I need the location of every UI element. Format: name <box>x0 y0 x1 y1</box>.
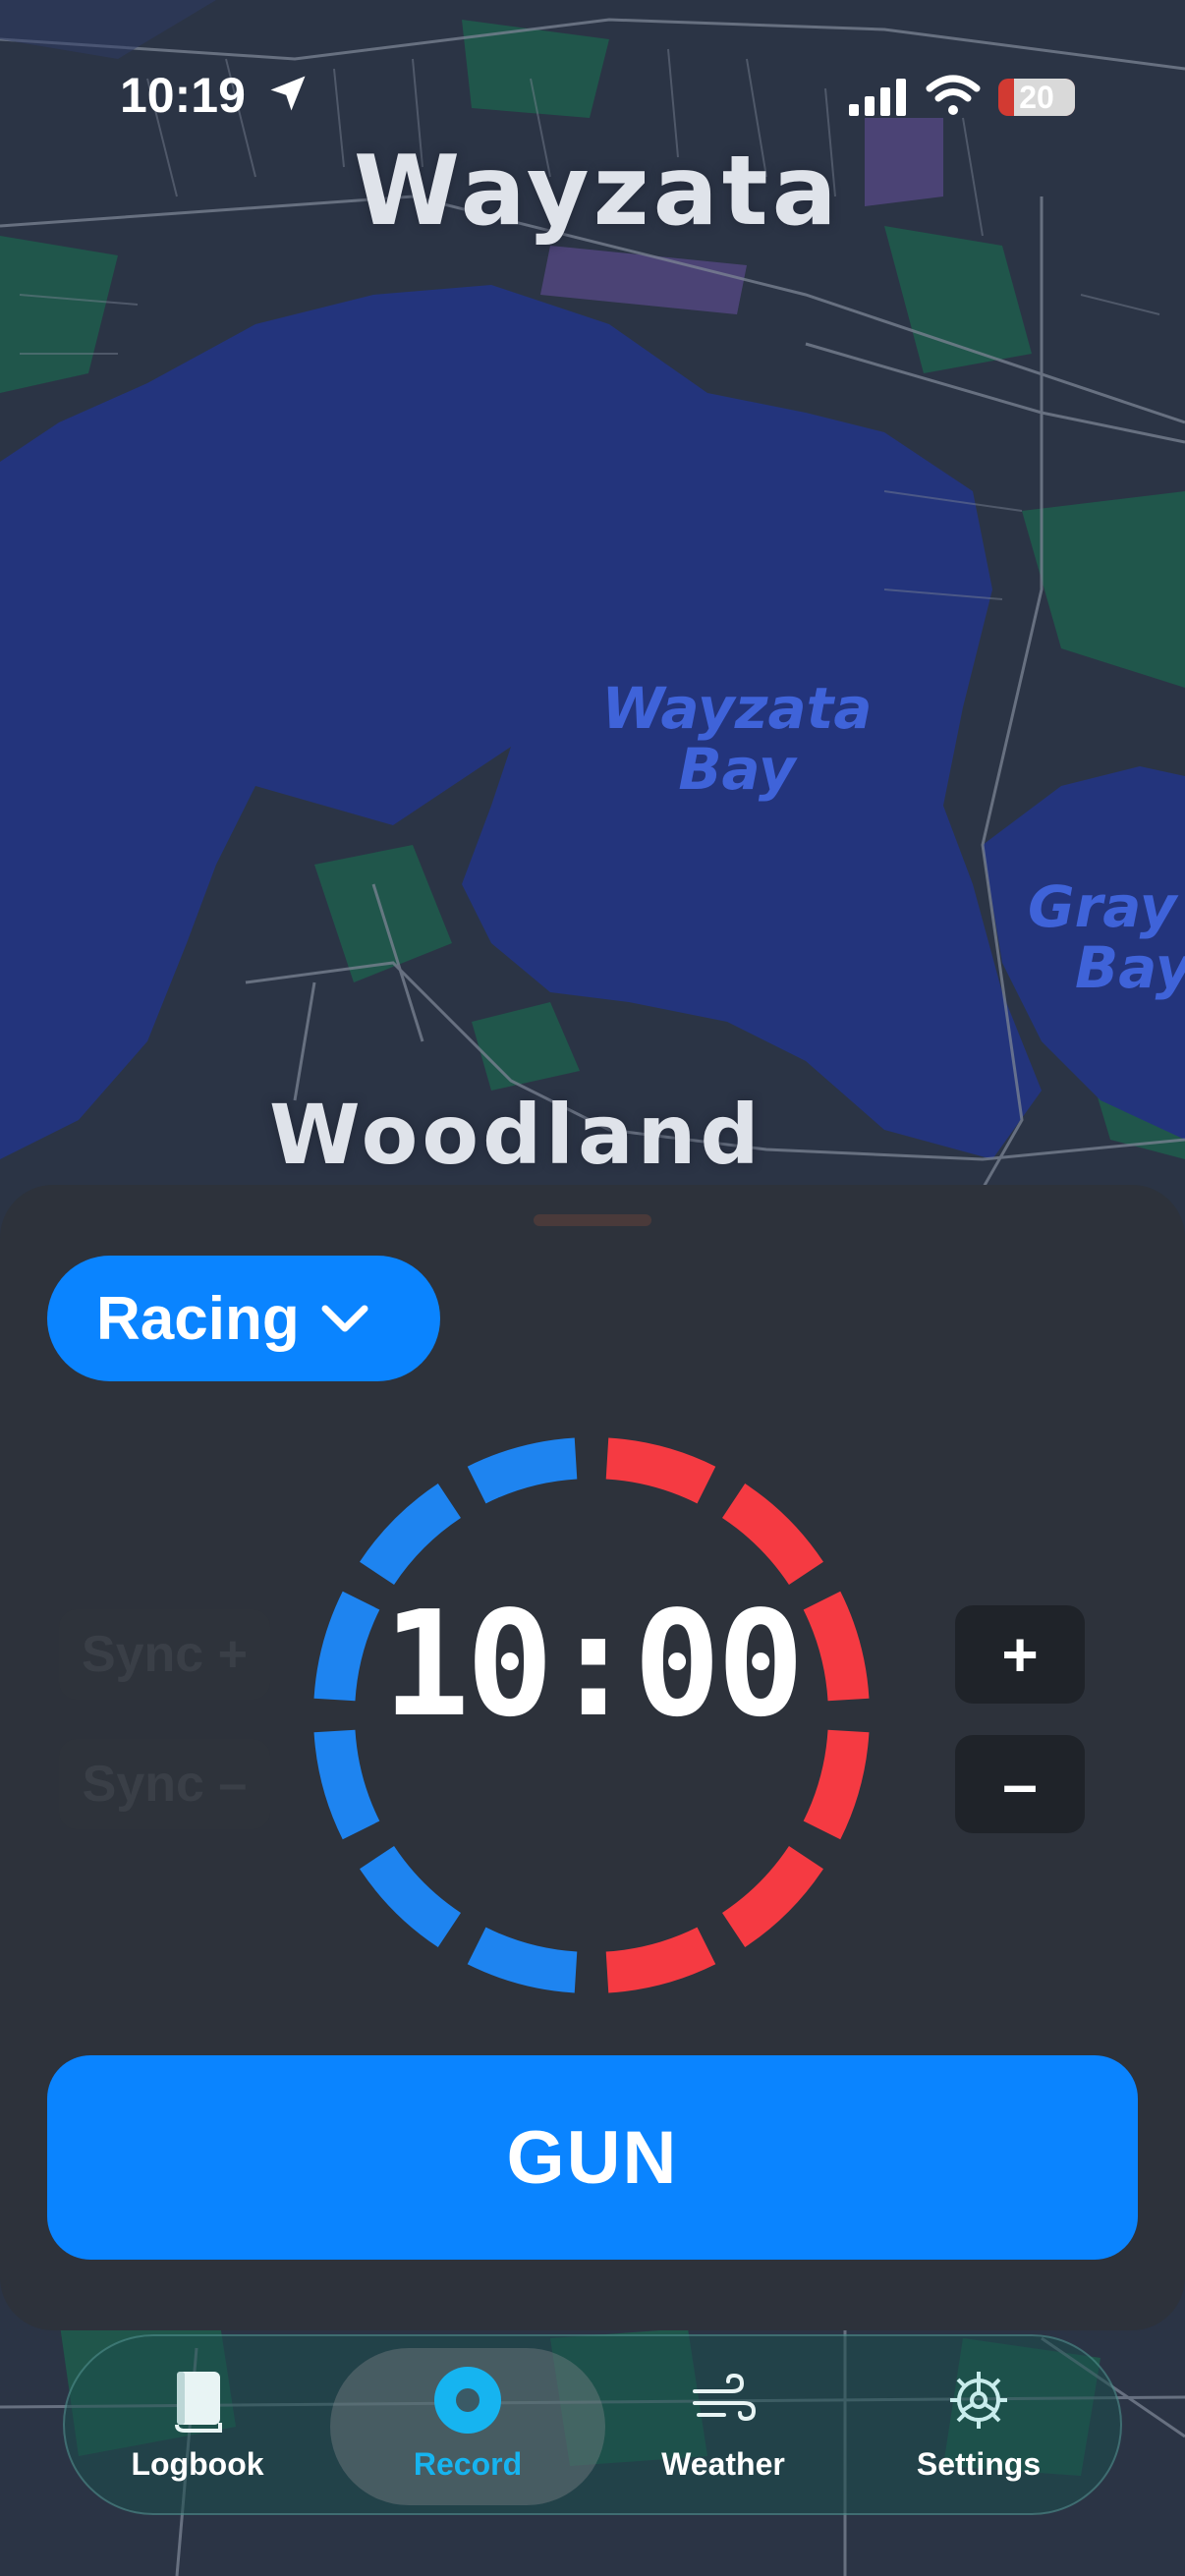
map-label-line: Wayzata <box>601 675 873 742</box>
countdown-segment-blue <box>360 1484 462 1586</box>
countdown-segment-blue <box>360 1845 462 1947</box>
gun-button[interactable]: GUN <box>47 2055 1138 2260</box>
gear-icon <box>950 2372 1007 2429</box>
map-label-line: Bay <box>1075 934 1185 1001</box>
battery-indicator: 20 <box>998 79 1075 116</box>
countdown-segment-red <box>721 1484 823 1586</box>
countdown-segment-blue <box>467 1927 578 1993</box>
status-time: 10:19 <box>120 68 246 123</box>
tab-label: Logbook <box>131 2446 264 2482</box>
map-label-wayzata-bay: Wayzata Bay <box>590 678 884 800</box>
cellular-signal-icon <box>849 79 906 116</box>
chevron-down-icon <box>321 1305 368 1332</box>
timer-sheet: Racing Sync + Sync – 10:00 + – GUN <box>0 1185 1185 2330</box>
sync-plus-button[interactable]: Sync + <box>59 1609 270 1700</box>
tab-bar: Logbook Record Weather Settings <box>63 2334 1122 2515</box>
countdown-segment-red <box>605 1437 716 1504</box>
map-label-line: Gray <box>1028 873 1177 940</box>
tab-record[interactable]: Record <box>330 2348 605 2505</box>
tab-label: Weather <box>661 2446 785 2482</box>
battery-level: 20 <box>1019 80 1054 115</box>
tab-settings[interactable]: Settings <box>871 2336 1087 2517</box>
record-icon <box>434 2367 501 2434</box>
sheet-grabber[interactable] <box>534 1214 651 1226</box>
tab-logbook[interactable]: Logbook <box>94 2336 301 2517</box>
tab-label: Settings <box>916 2446 1042 2482</box>
mode-selector-button[interactable]: Racing <box>47 1256 440 1381</box>
location-arrow-icon <box>270 76 306 111</box>
increment-button[interactable]: + <box>955 1605 1085 1704</box>
countdown-display: 10:00 <box>382 1580 805 1749</box>
countdown-segment-red <box>721 1845 823 1947</box>
decrement-button[interactable]: – <box>955 1735 1085 1833</box>
wifi-icon <box>926 75 981 115</box>
countdown-segment-blue <box>467 1437 578 1504</box>
book-icon <box>175 2372 222 2433</box>
map-label-line: Bay <box>678 736 796 803</box>
status-bar: 10:19 20 <box>0 0 1185 187</box>
map-label-woodland: Woodland <box>269 1087 763 1183</box>
sync-minus-button[interactable]: Sync – <box>59 1739 270 1829</box>
map-label-gray-bay: Gray Bay <box>1028 876 1185 998</box>
mode-selector-label: Racing <box>96 1284 300 1353</box>
tab-label: Record <box>413 2446 523 2482</box>
tab-weather[interactable]: Weather <box>615 2336 831 2517</box>
countdown-segment-red <box>605 1927 716 1993</box>
wind-icon <box>693 2373 757 2422</box>
